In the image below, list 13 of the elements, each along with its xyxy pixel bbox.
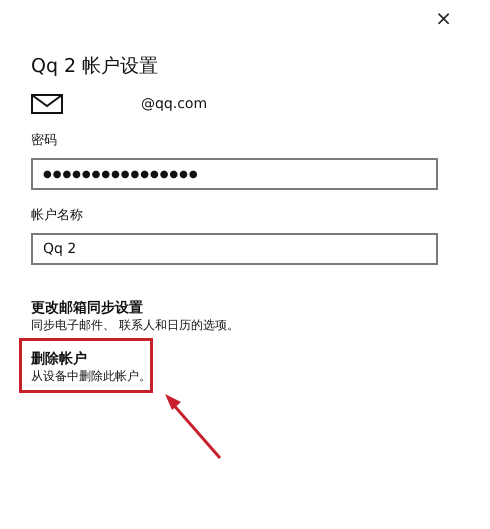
window-title: Qq 2 帐户设置 — [31, 54, 160, 79]
field-label: 帐户名称 — [31, 207, 84, 224]
email-address: @qq.com — [141, 96, 208, 112]
input-field[interactable]: Qq 2 — [31, 233, 438, 265]
annotation-arrow — [165, 394, 222, 459]
mail-icon — [31, 94, 63, 114]
close-button[interactable]: × — [431, 4, 456, 32]
password-field[interactable]: ●●●●●●●●●●●●●●●● — [31, 158, 438, 190]
option-link[interactable]: 删除帐户 — [31, 350, 87, 368]
option-link[interactable]: 更改邮箱同步设置 — [31, 299, 143, 317]
option-description: 同步电子邮件、 联系人和日历的选项。 — [31, 317, 239, 334]
field-label: 密码 — [31, 132, 58, 149]
option-description: 从设备中删除此帐户。 — [31, 368, 151, 385]
